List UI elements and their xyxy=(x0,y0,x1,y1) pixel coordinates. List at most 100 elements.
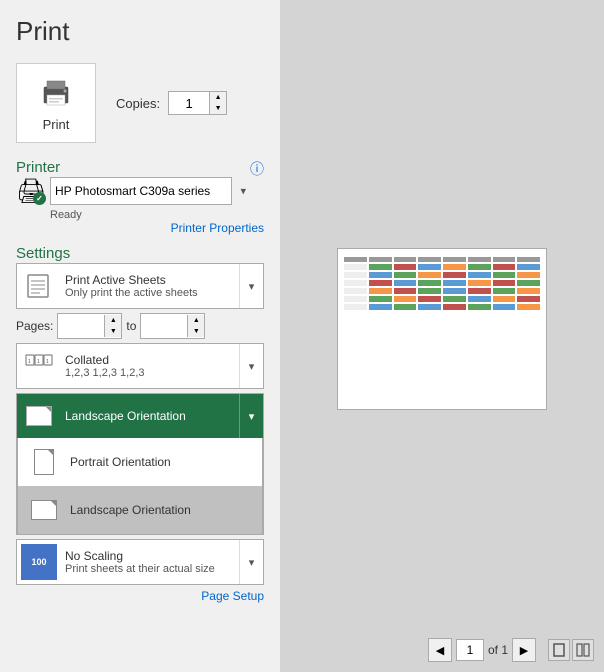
preview-cell xyxy=(468,272,491,278)
current-page-box[interactable]: 1 xyxy=(456,639,484,661)
copies-label: Copies: xyxy=(116,96,160,111)
printer-properties-link[interactable]: Printer Properties xyxy=(16,221,264,235)
pages-from-wrap: ▲ ▼ xyxy=(57,313,122,339)
sheets-icon xyxy=(17,264,61,308)
printer-select[interactable]: HP Photosmart C309a series xyxy=(50,177,232,205)
next-page-button[interactable]: ▶ xyxy=(512,638,536,662)
preview-header-row xyxy=(344,257,540,262)
copies-down-button[interactable]: ▼ xyxy=(210,103,226,114)
preview-cell xyxy=(443,272,466,278)
preview-cell xyxy=(468,264,491,270)
preview-cell xyxy=(493,304,516,310)
page-setup-link[interactable]: Page Setup xyxy=(16,589,264,603)
preview-cell xyxy=(369,272,392,278)
pages-row: Pages: ▲ ▼ to ▲ ▼ xyxy=(16,313,264,339)
orientation-dropdown-header[interactable]: Landscape Orientation ▾ xyxy=(17,394,263,438)
print-active-sheets-dropdown[interactable]: Print Active Sheets Only print the activ… xyxy=(16,263,264,309)
portrait-label: Portrait Orientation xyxy=(70,455,171,469)
printer-section: Printer ⓘ 🖨 ✓ HP Photosmart C309a series… xyxy=(16,159,264,235)
preview-cell xyxy=(493,257,516,262)
preview-cell xyxy=(468,257,491,262)
print-active-sheets-text: Print Active Sheets Only print the activ… xyxy=(61,270,239,302)
view-icons xyxy=(548,639,594,661)
collated-icon: 1 1 1 xyxy=(17,344,61,388)
print-active-sheets-main: Print Active Sheets xyxy=(65,273,235,287)
copies-up-button[interactable]: ▲ xyxy=(210,92,226,103)
printer-section-title: Printer xyxy=(16,159,60,176)
collated-arrow[interactable]: ▾ xyxy=(239,344,263,388)
scaling-sub: Print sheets at their actual size xyxy=(65,563,235,575)
multi-page-view-icon[interactable] xyxy=(572,639,594,661)
scaling-text: No Scaling Print sheets at their actual … xyxy=(61,546,239,578)
scaling-icon: 100 xyxy=(17,540,61,584)
right-panel: ◀ 1 of 1 ▶ xyxy=(280,0,604,672)
pages-to-input[interactable] xyxy=(141,314,187,338)
preview-cell xyxy=(468,304,491,310)
preview-cell xyxy=(443,264,466,270)
single-page-view-icon[interactable] xyxy=(548,639,570,661)
pages-to-up[interactable]: ▲ xyxy=(188,315,204,326)
preview-data-row xyxy=(344,296,540,302)
scaling-arrow[interactable]: ▾ xyxy=(239,540,263,584)
pages-to-spinner: ▲ ▼ xyxy=(187,315,204,337)
preview-cell xyxy=(517,264,540,270)
scaling-main: No Scaling xyxy=(65,549,235,563)
preview-cell xyxy=(443,288,466,294)
preview-cell xyxy=(493,288,516,294)
pages-from-input[interactable] xyxy=(58,314,104,338)
preview-cell xyxy=(468,280,491,286)
preview-cell xyxy=(344,257,367,262)
prev-page-button[interactable]: ◀ xyxy=(428,638,452,662)
preview-data-row xyxy=(344,264,540,270)
svg-text:1: 1 xyxy=(28,359,31,365)
preview-cell xyxy=(369,257,392,262)
pages-from-down[interactable]: ▼ xyxy=(105,326,121,337)
pages-to-down[interactable]: ▼ xyxy=(188,326,204,337)
preview-cell xyxy=(394,304,417,310)
preview-cell xyxy=(443,296,466,302)
preview-cell xyxy=(517,280,540,286)
preview-cell xyxy=(394,288,417,294)
printer-icon xyxy=(38,74,74,113)
preview-cell xyxy=(418,280,441,286)
print-button[interactable]: Print xyxy=(16,63,96,143)
collated-dropdown[interactable]: 1 1 1 Collated 1,2,3 1,2,3 1,2,3 ▾ xyxy=(16,343,264,389)
collated-sub: 1,2,3 1,2,3 1,2,3 xyxy=(65,367,235,379)
landscape-option[interactable]: Landscape Orientation xyxy=(17,486,263,534)
pages-from-up[interactable]: ▲ xyxy=(105,315,121,326)
orientation-text: Landscape Orientation xyxy=(61,406,239,426)
scaling-100-icon: 100 xyxy=(21,544,57,580)
preview-cell xyxy=(418,272,441,278)
printer-status: Ready xyxy=(50,209,264,221)
orientation-arrow[interactable]: ▾ xyxy=(239,394,263,438)
preview-cell xyxy=(443,257,466,262)
preview-cell xyxy=(369,296,392,302)
info-icon[interactable]: ⓘ xyxy=(250,159,264,179)
print-active-sheets-arrow[interactable]: ▾ xyxy=(239,264,263,308)
preview-data-row xyxy=(344,304,540,310)
pages-to-label: to xyxy=(126,319,136,333)
print-btn-label: Print xyxy=(43,117,70,132)
preview-cell xyxy=(443,304,466,310)
preview-cell xyxy=(468,288,491,294)
preview-cell xyxy=(344,296,367,302)
preview-area xyxy=(290,20,594,638)
preview-cell xyxy=(369,264,392,270)
copies-input[interactable] xyxy=(169,92,209,114)
left-panel: Print Print Copies: ▲ ▼ xyxy=(0,0,280,672)
collated-text: Collated 1,2,3 1,2,3 1,2,3 xyxy=(61,350,239,382)
preview-cell xyxy=(493,280,516,286)
preview-cell xyxy=(468,296,491,302)
preview-cell xyxy=(344,304,367,310)
copies-spinner: ▲ ▼ xyxy=(209,92,226,114)
preview-cell xyxy=(517,288,540,294)
scaling-dropdown[interactable]: 100 No Scaling Print sheets at their act… xyxy=(16,539,264,585)
preview-cell xyxy=(517,257,540,262)
preview-cell xyxy=(418,304,441,310)
preview-box xyxy=(337,248,547,410)
preview-cell xyxy=(394,280,417,286)
page-title: Print xyxy=(16,16,264,47)
portrait-option[interactable]: Portrait Orientation xyxy=(17,438,263,486)
preview-cell xyxy=(493,296,516,302)
preview-cell xyxy=(344,280,367,286)
